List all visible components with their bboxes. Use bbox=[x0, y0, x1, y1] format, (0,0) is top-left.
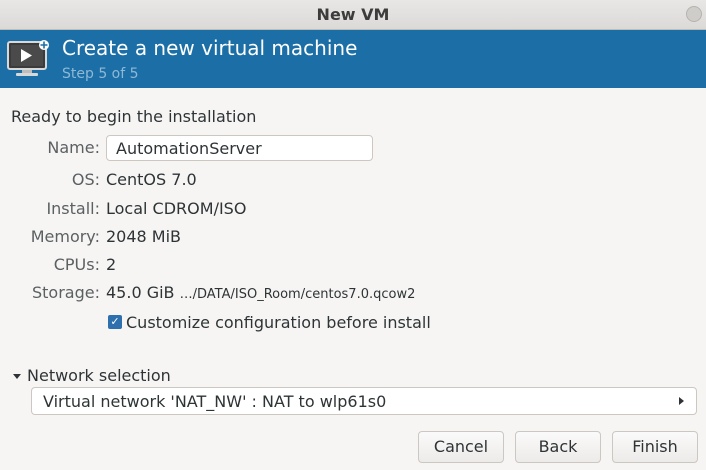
expander-arrow-icon[interactable] bbox=[13, 374, 21, 379]
cancel-button[interactable]: Cancel bbox=[418, 431, 504, 463]
network-select[interactable]: Virtual network 'NAT_NW' : NAT to wlp61s… bbox=[31, 387, 697, 415]
monitor-play-icon bbox=[6, 39, 52, 79]
network-selection-label[interactable]: Network selection bbox=[27, 366, 171, 385]
window-titlebar: New VM bbox=[0, 0, 706, 30]
cpus-value: 2 bbox=[106, 255, 117, 274]
wizard-title: Create a new virtual machine bbox=[62, 36, 358, 60]
storage-path: …/DATA/ISO_Room/centos7.0.qcow2 bbox=[179, 287, 416, 302]
memory-value: 2048 MiB bbox=[106, 227, 182, 246]
window-title: New VM bbox=[316, 5, 390, 24]
os-value: CentOS 7.0 bbox=[106, 170, 197, 189]
wizard-banner: Create a new virtual machine Step 5 of 5 bbox=[0, 30, 706, 88]
summary-panel: Ready to begin the installation Name: OS… bbox=[0, 88, 706, 470]
vm-name-input[interactable] bbox=[106, 135, 373, 161]
summary-heading: Ready to begin the installation bbox=[11, 107, 257, 126]
install-value: Local CDROM/ISO bbox=[106, 199, 247, 218]
customize-checkbox[interactable]: ✓ bbox=[108, 315, 122, 329]
chevron-right-icon bbox=[679, 397, 684, 405]
os-label: OS: bbox=[71, 170, 100, 189]
name-label: Name: bbox=[47, 138, 100, 157]
customize-checkbox-label[interactable]: Customize configuration before install bbox=[126, 313, 431, 332]
storage-label: Storage: bbox=[32, 283, 100, 302]
memory-label: Memory: bbox=[30, 227, 100, 246]
network-select-value: Virtual network 'NAT_NW' : NAT to wlp61s… bbox=[43, 392, 387, 411]
window-close-button[interactable] bbox=[686, 6, 702, 22]
back-button[interactable]: Back bbox=[515, 431, 601, 463]
install-label: Install: bbox=[46, 199, 100, 218]
wizard-step: Step 5 of 5 bbox=[62, 66, 139, 82]
storage-size: 45.0 GiB bbox=[106, 283, 175, 302]
storage-value: 45.0 GiB …/DATA/ISO_Room/centos7.0.qcow2 bbox=[106, 283, 415, 302]
finish-button[interactable]: Finish bbox=[612, 431, 698, 463]
cpus-label: CPUs: bbox=[53, 255, 100, 274]
